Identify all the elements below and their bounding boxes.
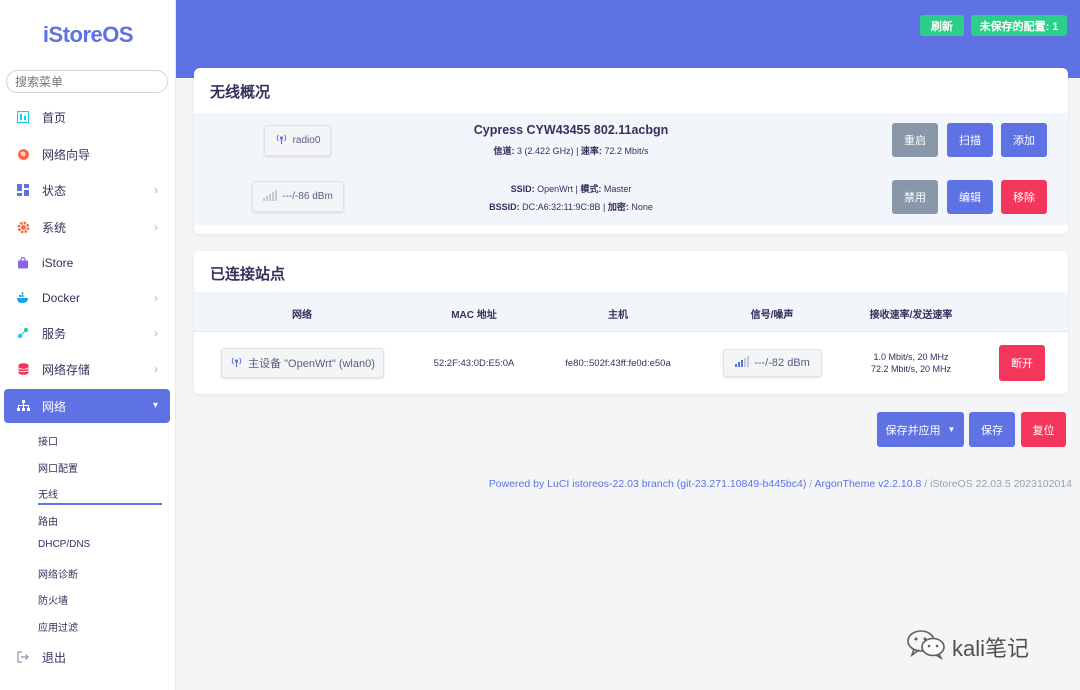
wifi-antenna-icon [230,356,243,371]
station-host: fe80::502f:43ff:fe0d:e50a [565,358,671,369]
restart-button[interactable]: 重启 [892,123,938,157]
unsaved-changes-button[interactable]: 未保存的配置: 1 [971,15,1067,36]
radio-name: radio0 [292,135,321,146]
chevron-right-icon: › [154,220,158,234]
sidebar-item-label: 网络向导 [42,147,91,162]
bag-icon [16,256,30,270]
iface-ssid-mode: SSID: OpenWrt | 模式: Master [510,184,632,194]
radio-details: 信道: 3 (2.422 GHz) | 速率: 72.2 Mbit/s [493,146,649,156]
active-indicator [38,503,162,505]
os-version: iStoreOS 22.03.5 2023102014 [930,478,1072,490]
sidebar-item-docker[interactable]: Docker › [4,281,170,315]
chevron-down-icon: ▾ [152,400,158,411]
station-signal-chip[interactable]: ---/-82 dBm [723,349,822,377]
docker-icon [16,291,30,305]
watermark: kali笔记 [906,628,1029,666]
edit-button[interactable]: 编辑 [947,180,993,214]
sidebar-item-label: Docker [42,291,81,305]
dashboard-icon [16,110,30,124]
grid-icon [16,183,30,197]
sub-item-diagnostics[interactable]: 网络诊断 [38,566,78,581]
logo[interactable]: iStoreOS [0,22,176,48]
wechat-icon [906,628,946,666]
col-host: 主机 [608,310,628,321]
footer: Powered by LuCI istoreos-22.03 branch (g… [488,478,1072,490]
sidebar-item-status[interactable]: 状态 › [4,173,170,207]
scan-button[interactable]: 扫描 [947,123,993,157]
sidebar-item-wizard[interactable]: 网络向导 [4,137,170,171]
iface-bssid-enc: BSSID: DC:A6:32:11:9C:8B | 加密: None [489,202,653,212]
signal-chip[interactable]: ---/-86 dBm [252,181,344,212]
wifi-antenna-icon [275,133,288,148]
chevron-right-icon: › [154,291,158,305]
sub-item-interfaces[interactable]: 接口 [38,433,58,448]
station-rx-rate: 1.0 Mbit/s, 20 MHz [873,352,949,362]
sidebar-item-storage[interactable]: 网络存储 › [4,352,170,386]
sidebar-item-logout[interactable]: 退出 [4,640,170,674]
sub-item-wireless[interactable]: 无线 [38,486,58,501]
sub-item-app-filter[interactable]: 应用过滤 [38,619,78,634]
col-network: 网络 [292,310,312,321]
chevron-right-icon: › [154,326,158,340]
sidebar-item-home[interactable]: 首页 [4,100,170,134]
remove-button[interactable]: 移除 [1001,180,1047,214]
theme-link[interactable]: ArgonTheme v2.2.10.8 [815,478,922,490]
col-mac: MAC 地址 [451,310,497,321]
col-signal: 信号/噪声 [750,310,794,321]
save-apply-button[interactable]: 保存并应用 ▼ [877,412,964,447]
sidebar-item-label: 退出 [42,650,67,665]
signal-bars-icon [735,356,750,370]
section-title: 无线概况 [210,84,271,101]
search-menu-input[interactable] [6,70,168,93]
sitemap-icon [16,399,30,413]
radio-model: Cypress CYW43455 802.11acbgn [473,123,669,137]
sub-item-routes[interactable]: 路由 [38,513,58,528]
sidebar-item-label: 网络存储 [42,362,91,377]
add-button[interactable]: 添加 [1001,123,1047,157]
sidebar: iStoreOS 首页 网络向导 状态 › 系统 › iStore [0,0,176,690]
sub-item-dhcp-dns[interactable]: DHCP/DNS [38,539,90,550]
share-nodes-icon [16,326,30,340]
station-tx-rate: 72.2 Mbit/s, 20 MHz [870,364,952,374]
sidebar-item-label: 系统 [42,220,67,235]
save-button[interactable]: 保存 [969,412,1015,447]
caret-down-icon: ▼ [947,425,956,434]
reset-button[interactable]: 复位 [1021,412,1066,447]
station-network-chip[interactable]: 主设备 "OpenWrt" (wlan0) [221,348,384,378]
sidebar-item-label: 网络 [42,399,67,414]
sidebar-item-system[interactable]: 系统 › [4,210,170,244]
disconnect-button[interactable]: 断开 [999,345,1045,381]
station-signal: ---/-82 dBm [754,357,810,369]
database-icon [16,362,30,376]
sidebar-item-label: 首页 [42,110,67,125]
gear-icon [16,220,30,234]
powered-by-link[interactable]: Powered by LuCI istoreos-22.03 branch (g… [489,478,807,490]
logout-icon [16,650,30,664]
sidebar-item-network[interactable]: 网络 ▾ [4,389,170,423]
col-rates: 接收速率/发送速率 [869,310,953,321]
signal-value: ---/-86 dBm [282,191,333,202]
sidebar-item-label: 状态 [42,183,67,198]
section-title: 已连接站点 [210,266,286,283]
divider [194,331,1068,332]
sidebar-item-label: 服务 [42,326,67,341]
sub-item-firewall[interactable]: 防火墙 [38,592,68,607]
sidebar-item-services[interactable]: 服务 › [4,316,170,350]
disable-button[interactable]: 禁用 [892,180,938,214]
radio-chip[interactable]: radio0 [264,125,331,156]
station-mac: 52:2F:43:0D:E5:0A [433,358,515,369]
refresh-button[interactable]: 刷新 [920,15,964,36]
chevron-right-icon: › [154,362,158,376]
station-network: 主设备 "OpenWrt" (wlan0) [248,358,375,370]
sub-item-port-config[interactable]: 网口配置 [38,460,78,475]
sidebar-item-istore[interactable]: iStore [4,246,170,280]
globe-icon [16,147,30,161]
header-band [176,0,1080,78]
sidebar-item-label: iStore [42,256,74,270]
watermark-text: kali笔记 [952,636,1030,661]
chevron-right-icon: › [154,183,158,197]
signal-bars-icon [263,189,278,204]
